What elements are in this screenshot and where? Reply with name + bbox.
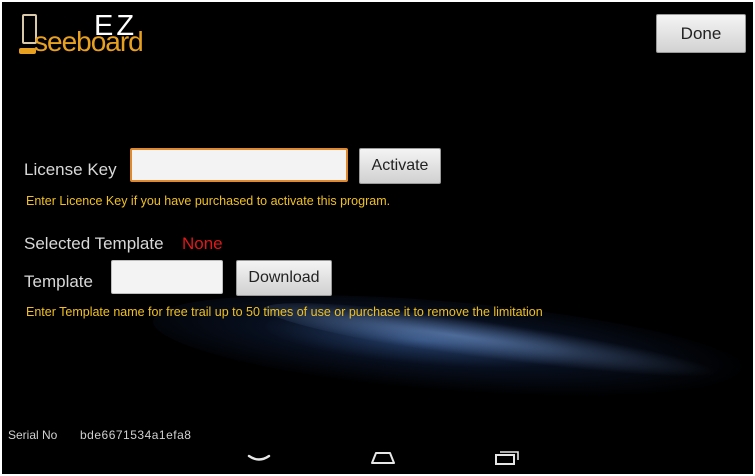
activate-button[interactable]: Activate xyxy=(359,148,441,184)
template-name-input[interactable] xyxy=(111,260,223,294)
home-icon[interactable] xyxy=(366,448,400,473)
app-screen: EZ seeboard Done License Key Activate En… xyxy=(2,2,753,474)
template-hint: Enter Template name for free trail up to… xyxy=(26,305,543,319)
serial-number-label: Serial No xyxy=(8,428,58,442)
selected-template-label: Selected Template xyxy=(24,234,164,253)
done-button[interactable]: Done xyxy=(656,14,746,53)
background-swoosh xyxy=(149,276,753,418)
android-nav-bar xyxy=(2,442,753,474)
back-icon[interactable] xyxy=(242,448,276,473)
selected-template-value: None xyxy=(182,234,223,253)
license-key-input[interactable] xyxy=(130,148,348,182)
template-label: Template xyxy=(24,272,93,291)
download-button[interactable]: Download xyxy=(236,260,332,296)
license-key-hint: Enter Licence Key if you have purchased … xyxy=(26,194,391,208)
license-key-label: License Key xyxy=(24,160,117,179)
recent-apps-icon[interactable] xyxy=(490,448,524,473)
app-logo: EZ seeboard xyxy=(16,10,166,58)
serial-number-value: bde6671534a1efa8 xyxy=(80,428,192,442)
logo-seeboard-text: seeboard xyxy=(34,26,144,57)
